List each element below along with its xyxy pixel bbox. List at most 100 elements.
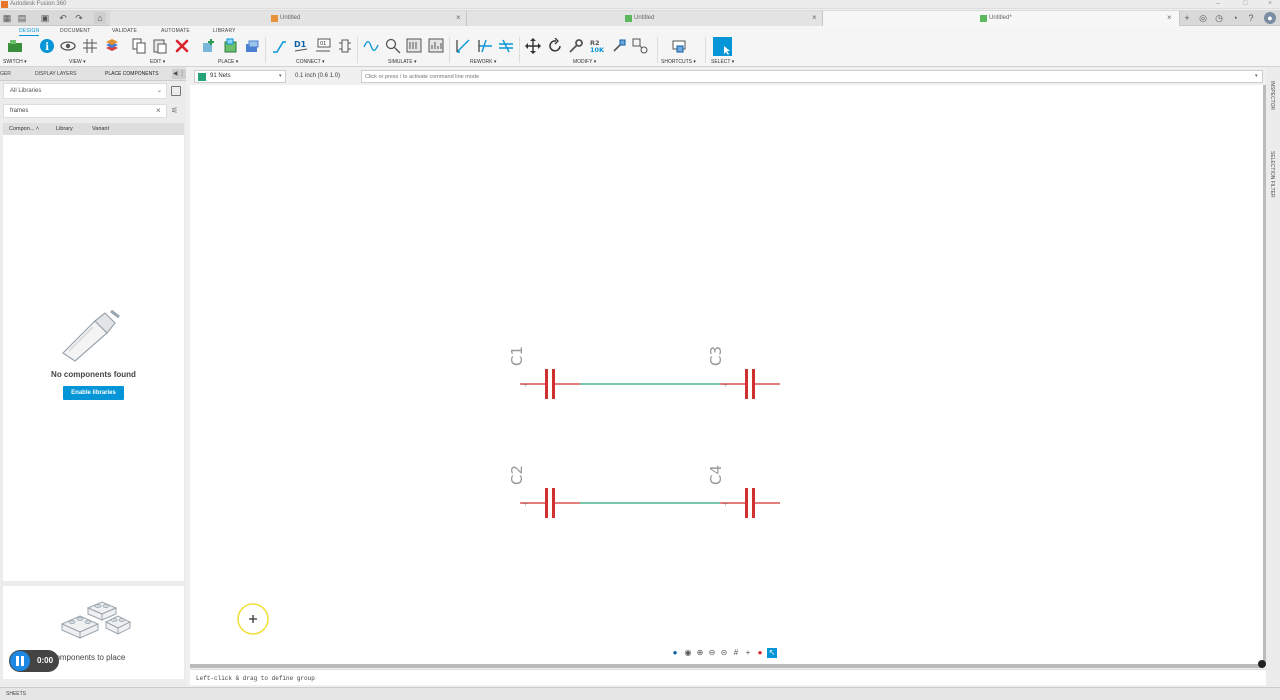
zoom-out-icon[interactable]: ⊖: [707, 648, 717, 658]
column-component[interactable]: Compon... ˄: [9, 126, 39, 132]
command-line-input[interactable]: [365, 72, 1245, 82]
optimize-icon[interactable]: [632, 38, 648, 54]
net-class-dropdown[interactable]: 91 Nets ▾: [194, 70, 286, 83]
column-variant[interactable]: Variant: [92, 126, 109, 132]
schematic-canvas[interactable]: + C1 + C3 + C2 + C4 ● ◉ ⊕ ⊖ ⊝ # + ● ↖: [190, 85, 1263, 664]
group-view[interactable]: VIEW ▾: [69, 59, 86, 65]
help-icon[interactable]: ?: [1245, 12, 1257, 24]
group-connect[interactable]: CONNECT ▾: [296, 59, 325, 65]
wrench-icon[interactable]: [568, 38, 584, 54]
zoom-fit-icon[interactable]: ⊝: [719, 648, 729, 658]
tab-display-layers[interactable]: DISPLAY LAYERS: [35, 71, 76, 77]
move-icon[interactable]: [525, 38, 541, 54]
enable-libraries-button[interactable]: Enable libraries: [63, 386, 124, 400]
shortcuts-icon[interactable]: [671, 38, 687, 54]
tab-automate[interactable]: AUTOMATE: [161, 28, 190, 34]
screen-recorder-widget[interactable]: 0:00: [9, 650, 59, 672]
split-icon[interactable]: [477, 38, 493, 54]
net-wire-icon[interactable]: [271, 38, 287, 54]
schematic-drawing[interactable]: + C1 + C3 + C2 + C4: [190, 85, 1263, 664]
group-simulate[interactable]: SIMULATE ▾: [388, 59, 417, 65]
switch-to-pcb-icon[interactable]: [7, 38, 23, 54]
clear-search-icon[interactable]: ×: [156, 106, 161, 115]
place-component-icon[interactable]: [201, 38, 217, 54]
capacitor-c1[interactable]: + C1: [508, 346, 580, 399]
command-line[interactable]: ▾: [361, 70, 1263, 83]
simulation-profile-icon[interactable]: [406, 38, 422, 54]
doc-tab-1[interactable]: Untitled ×: [110, 11, 467, 26]
close-tab-icon[interactable]: ×: [812, 13, 817, 22]
maximize-icon[interactable]: □: [1243, 0, 1247, 8]
select-tool-icon[interactable]: [713, 37, 732, 56]
delete-icon[interactable]: [174, 38, 190, 54]
tab-inspector[interactable]: INSPECTOR: [1269, 81, 1275, 110]
group-modify[interactable]: MODIFY ▾: [573, 59, 596, 65]
group-select[interactable]: SELECT ▾: [711, 59, 734, 65]
library-manager-icon[interactable]: [171, 86, 181, 96]
chevron-down-icon[interactable]: ▾: [1255, 73, 1258, 79]
sheets-bar[interactable]: SHEETS: [0, 687, 1280, 700]
group-place[interactable]: PLACE ▾: [218, 59, 238, 65]
close-window-icon[interactable]: ×: [1268, 0, 1272, 8]
tab-validate[interactable]: VALIDATE: [112, 28, 137, 34]
column-library[interactable]: Library: [56, 126, 73, 132]
job-status-icon[interactable]: ◷: [1213, 12, 1225, 24]
group-switch[interactable]: SWITCH ▾: [3, 59, 27, 65]
notifications-icon[interactable]: ◔: [1229, 12, 1241, 24]
stop-icon[interactable]: ●: [755, 648, 765, 658]
filter-settings-icon[interactable]: ⚟: [171, 107, 181, 116]
paste-icon[interactable]: [152, 38, 168, 54]
show-eye-icon[interactable]: [60, 38, 76, 54]
miter-icon[interactable]: [611, 38, 627, 54]
add-icon[interactable]: +: [743, 648, 753, 658]
tab-selection-filter[interactable]: SELECTION FILTER: [1269, 151, 1275, 198]
pin-icon[interactable]: [337, 38, 353, 54]
name-net-icon[interactable]: D1: [293, 38, 309, 54]
group-shortcuts[interactable]: SHORTCUTS ▾: [661, 59, 696, 65]
group-edit[interactable]: EDIT ▾: [150, 59, 165, 65]
tab-browser[interactable]: GER: [0, 71, 11, 77]
horizontal-scrollbar[interactable]: [190, 664, 1263, 668]
file-menu-icon[interactable]: ▤: [16, 12, 28, 24]
redo-icon[interactable]: ↷: [73, 12, 85, 24]
home-icon[interactable]: ⌂: [94, 12, 106, 24]
place-module-icon[interactable]: [222, 38, 238, 54]
tab-place-components[interactable]: PLACE COMPONENTS: [105, 71, 159, 77]
extensions-icon[interactable]: ◎: [1197, 12, 1209, 24]
place-frame-icon[interactable]: [244, 38, 260, 54]
save-icon[interactable]: ▣: [39, 12, 51, 24]
grid-icon[interactable]: #: [731, 648, 741, 658]
info-icon[interactable]: i: [39, 38, 55, 54]
doc-tab-3[interactable]: Untitled* ×: [823, 11, 1180, 26]
doc-tab-2[interactable]: Untitled ×: [467, 11, 823, 26]
layers-icon[interactable]: [104, 38, 120, 54]
app-grid-icon[interactable]: ▦: [1, 12, 13, 24]
simulation-results-icon[interactable]: [428, 38, 444, 54]
close-tab-icon[interactable]: ×: [456, 13, 461, 22]
view-eye-icon[interactable]: ◉: [683, 648, 693, 658]
capacitor-c2[interactable]: + C2: [508, 465, 580, 518]
info-icon[interactable]: ●: [670, 648, 680, 658]
panel-collapse-icon[interactable]: ◀ ⋮: [172, 69, 186, 79]
undo-icon[interactable]: ↶: [57, 12, 69, 24]
value-icon[interactable]: R2 10K: [589, 38, 605, 54]
tab-design[interactable]: DESIGN: [19, 28, 40, 36]
simulate-wave-icon[interactable]: [363, 38, 379, 54]
tab-document[interactable]: DOCUMENT: [60, 28, 91, 34]
close-tab-icon[interactable]: ×: [1167, 13, 1172, 22]
new-tab-icon[interactable]: +: [1181, 12, 1193, 24]
capacitor-c4[interactable]: + C4: [707, 465, 780, 518]
pause-icon[interactable]: [10, 651, 30, 671]
rip-up-icon[interactable]: [498, 38, 514, 54]
group-rework[interactable]: REWORK ▾: [470, 59, 496, 65]
rework-line-icon[interactable]: [455, 38, 471, 54]
zoom-in-icon[interactable]: ⊕: [695, 648, 705, 658]
component-search-input[interactable]: frames ×: [3, 104, 167, 118]
label-net-icon[interactable]: 01: [315, 38, 331, 54]
select-mode-icon[interactable]: ↖: [767, 648, 777, 658]
capacitor-c3[interactable]: + C3: [707, 346, 780, 399]
rotate-icon[interactable]: [547, 37, 563, 54]
user-avatar-icon[interactable]: ●: [1264, 12, 1276, 24]
tab-library[interactable]: LIBRARY: [213, 28, 236, 34]
minimize-icon[interactable]: –: [1216, 0, 1220, 8]
